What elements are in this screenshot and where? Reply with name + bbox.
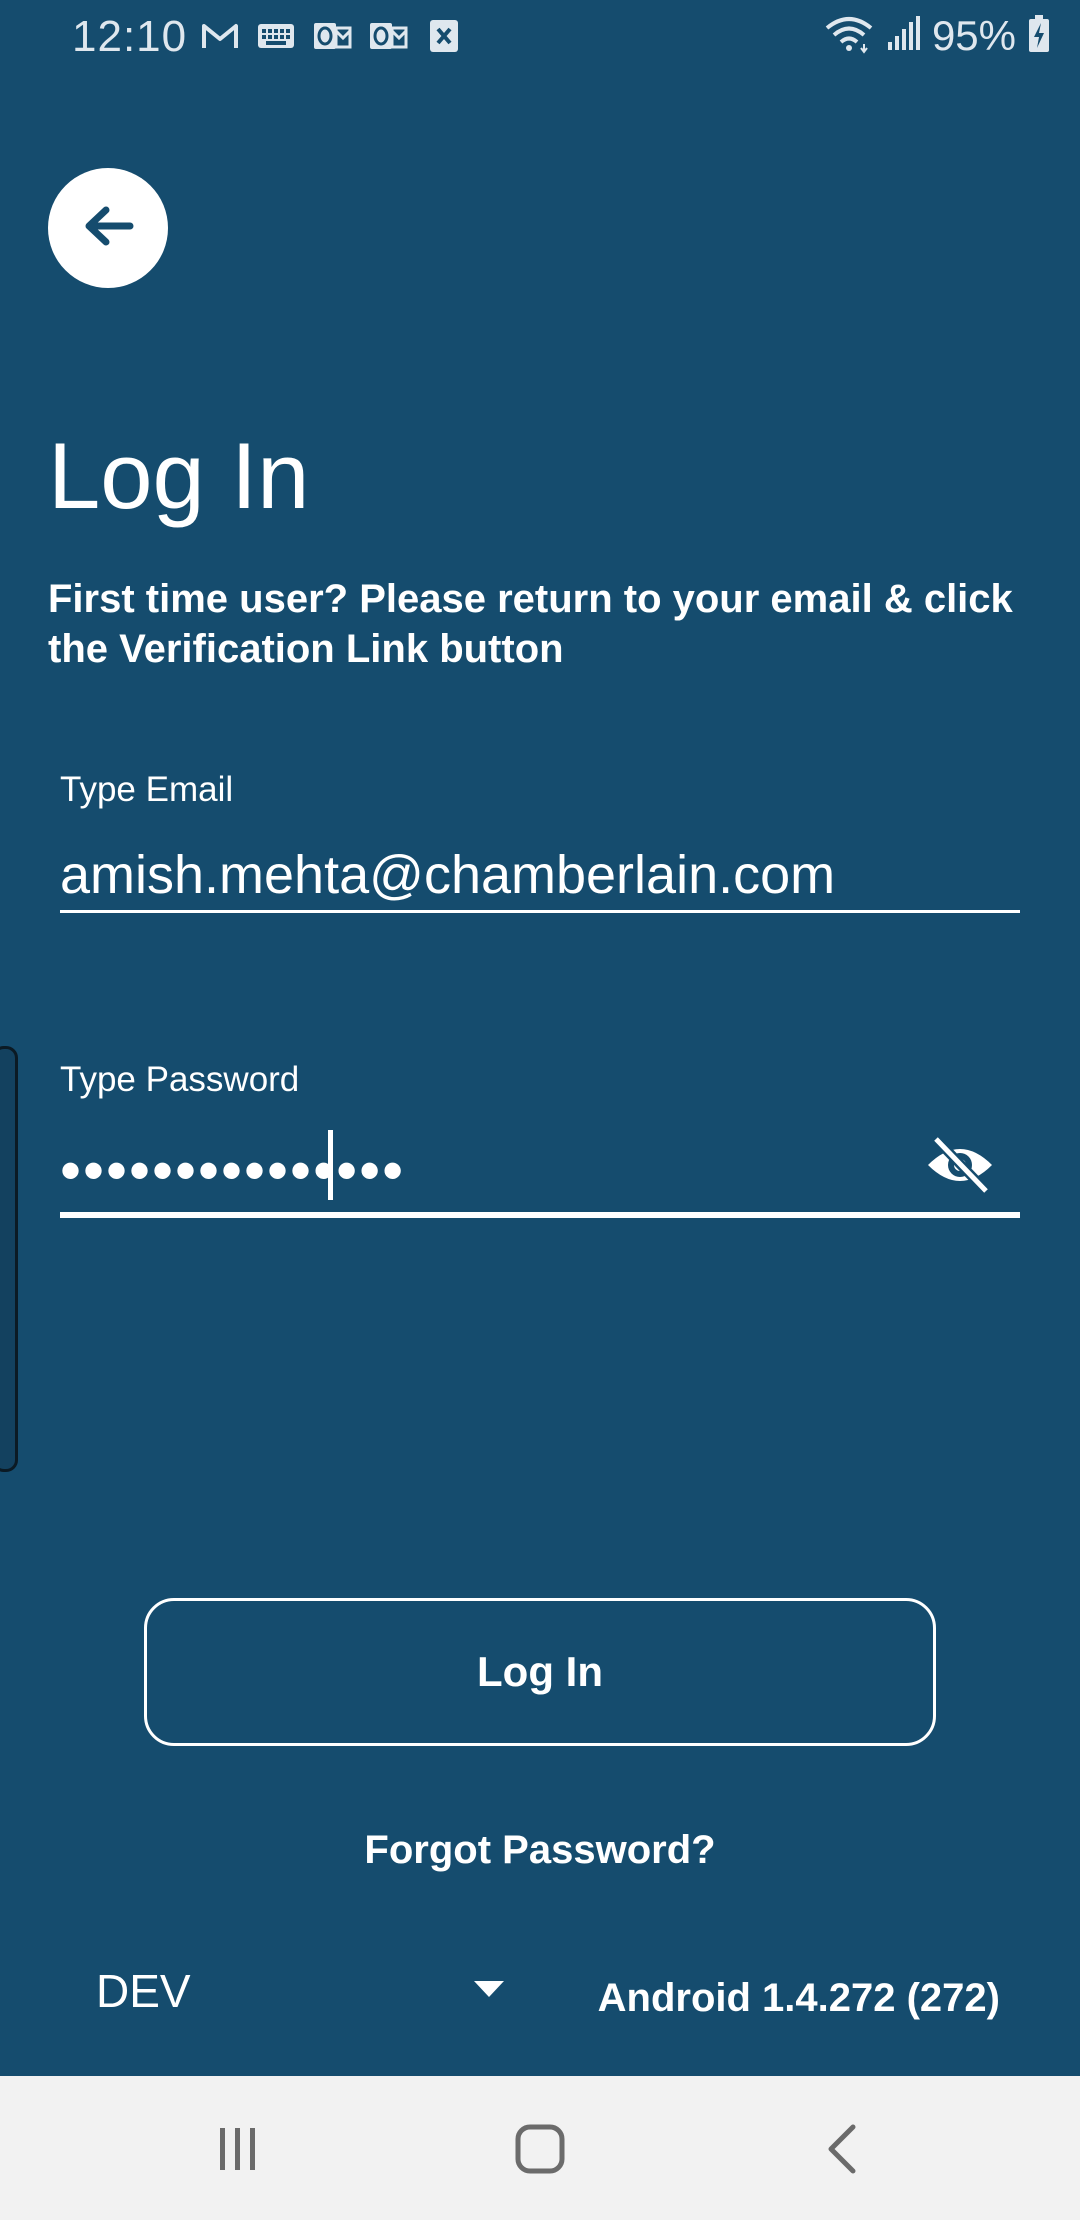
battery-charging-icon [1028,14,1050,58]
status-bar: 12:10 95% [0,0,1080,72]
system-status: 95% [824,12,1050,60]
outlook-icon [368,16,408,56]
eye-off-icon [924,1135,996,1200]
system-nav-bar [0,2076,1080,2220]
outlook-icon [312,16,352,56]
page-subtitle: First time user? Please return to your e… [48,577,1013,671]
excel-icon [424,16,464,56]
system-back-button[interactable] [802,2116,882,2186]
recents-icon [214,2126,262,2177]
home-button[interactable] [500,2116,580,2186]
dropdown-arrow-icon [472,1979,506,2004]
password-label: Type Password [60,1060,300,1099]
edge-panel-handle[interactable] [0,1046,18,1472]
recents-button[interactable] [198,2116,278,2186]
password-visibility-toggle[interactable] [920,1130,1000,1204]
text-cursor [328,1130,333,1200]
arrow-left-icon [82,204,134,253]
keyboard-icon [256,16,296,56]
email-label: Type Email [60,770,234,809]
back-button[interactable] [48,168,168,288]
environment-dropdown[interactable]: DEV [96,1960,506,2022]
app-version: Android 1.4.272 (272) [597,1976,1000,2020]
chevron-left-icon [825,2124,859,2179]
notification-icons [200,16,464,56]
gmail-icon [200,16,240,56]
wifi-icon [824,14,874,59]
signal-icon [886,15,920,57]
environment-value: DEV [96,1965,191,2017]
home-icon [515,2124,565,2179]
forgot-password-link[interactable]: Forgot Password? [0,1828,1080,1873]
password-field[interactable] [60,1128,1020,1218]
page-title: Log In [48,423,310,528]
status-time: 12:10 [72,12,188,61]
email-field[interactable] [60,840,1020,913]
battery-percent: 95% [931,12,1016,59]
login-button[interactable]: Log In [144,1598,936,1746]
